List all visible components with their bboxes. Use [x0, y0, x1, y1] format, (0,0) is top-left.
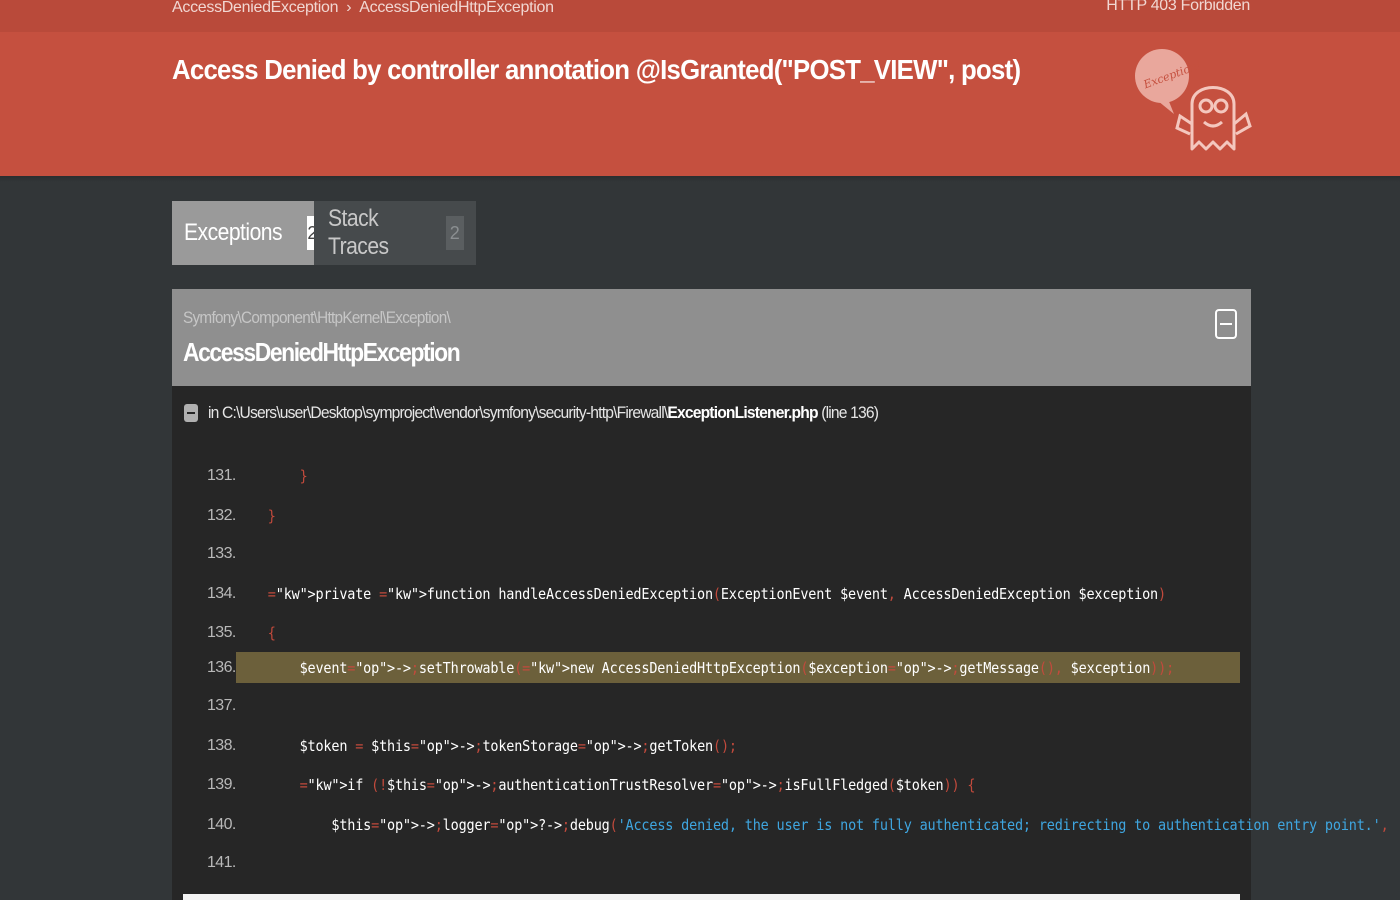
collapse-trace-icon[interactable]: [184, 404, 198, 422]
tab-stack-traces[interactable]: Stack Traces 2: [314, 201, 476, 265]
code-text: ="kw">if (!$this="op">->;authenticationT…: [299, 775, 976, 794]
breadcrumb-item-current[interactable]: AccessDeniedHttpException: [359, 0, 554, 17]
tab-exceptions-label: Exceptions: [184, 219, 283, 246]
header-shadow: [0, 176, 1400, 182]
code-text: $event="op">->;setThrowable(="kw">new Ac…: [236, 658, 1175, 677]
code-text: {: [267, 623, 276, 642]
exception-ghost-icon: Exception!: [1135, 49, 1252, 151]
trace-file-name: ExceptionListener.php: [667, 403, 818, 422]
code-line: {: [236, 617, 1240, 648]
code-text: ="kw">private ="kw">function handleAcces…: [267, 584, 1166, 603]
exception-header: Symfony\Component\HttpKernel\Exception\ …: [172, 289, 1251, 386]
tab-stack-traces-count: 2: [445, 216, 464, 250]
minus-icon: [1220, 323, 1232, 325]
trace-file-path: in C:\Users\user\Desktop\symproject\vend…: [208, 403, 879, 423]
error-header: AccessDeniedException › AccessDeniedHttp…: [0, 0, 1400, 176]
trace-path: C:\Users\user\Desktop\symproject\vendor\…: [222, 403, 668, 422]
code-line: ="kw">if (!$this="op">->;authenticationT…: [236, 769, 1240, 800]
breadcrumb: AccessDeniedException › AccessDeniedHttp…: [172, 0, 554, 19]
trace-location[interactable]: in C:\Users\user\Desktop\symproject\vend…: [184, 401, 936, 425]
chevron-right-icon: ›: [346, 0, 352, 16]
code-line: ="kw">private ="kw">function handleAcces…: [236, 578, 1240, 609]
code-text: }: [299, 466, 308, 485]
code-line: $token = $this="op">->;tokenStorage="op"…: [236, 730, 1240, 761]
code-text: $token = $this="op">->;tokenStorage="op"…: [236, 736, 737, 755]
next-panel-edge: [183, 894, 1240, 900]
code-text: $this="op">->;logger="op">?->;debug('Acc…: [236, 815, 1389, 834]
tab-bar: Exceptions 2 Stack Traces 2: [172, 201, 476, 265]
trace-prefix: in: [208, 403, 219, 422]
page-title: Access Denied by controller annotation @…: [172, 54, 1021, 85]
collapse-toggle-button[interactable]: [1215, 309, 1237, 339]
breadcrumb-item-parent[interactable]: AccessDeniedException: [172, 0, 339, 17]
exception-class: AccessDeniedHttpException: [183, 337, 461, 367]
code-line: }: [236, 500, 1240, 531]
code-line: $this="op">->;logger="op">?->;debug('Acc…: [236, 809, 1388, 840]
code-text: }: [267, 506, 276, 525]
tab-exceptions[interactable]: Exceptions 2: [172, 201, 318, 265]
code-line-highlighted: $event="op">->;setThrowable(="kw">new Ac…: [236, 652, 1240, 683]
exception-namespace: Symfony\Component\HttpKernel\Exception\: [183, 308, 451, 327]
trace-line: (line 136): [821, 403, 879, 422]
code-line: }: [236, 460, 1240, 491]
tab-stack-traces-label: Stack Traces: [328, 205, 389, 260]
http-status: HTTP 403 Forbidden: [1106, 0, 1250, 14]
